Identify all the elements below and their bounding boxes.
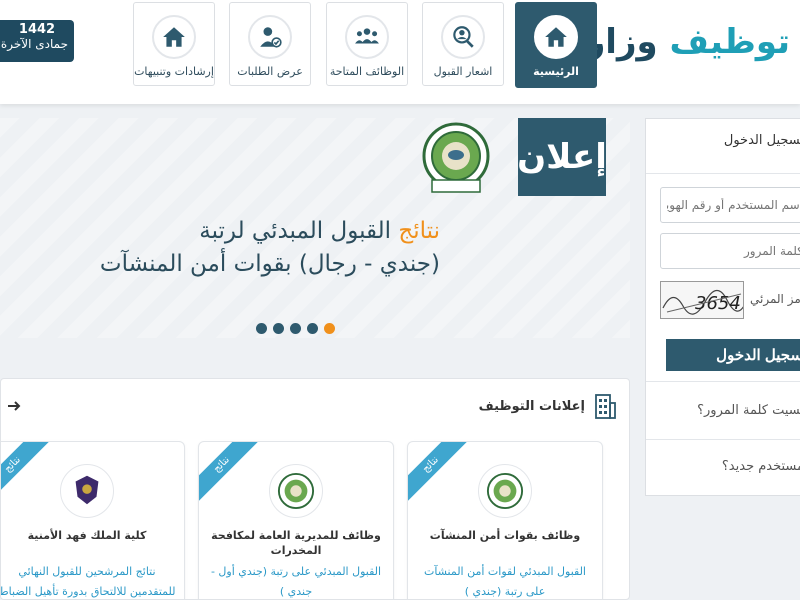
search-user-icon (441, 15, 485, 59)
nav-acceptance[interactable]: اشعار القبول (422, 2, 504, 86)
facilities-security-emblem (420, 122, 492, 198)
job-card[interactable]: نتائج وظائف بقوات أمن المنشآت القبول الم… (407, 441, 603, 599)
divider (646, 381, 800, 382)
hijri-date-badge: 1442 جمادى الآخرة (0, 20, 74, 62)
login-button[interactable]: تسجيل الدخول (666, 339, 800, 371)
announcement-badge: إعلان (517, 118, 607, 196)
home-icon (534, 15, 578, 59)
jobs-heading-text: إعلانات التوظيف (478, 398, 585, 414)
job-card-title: كلية الملك فهد الأمنية (27, 529, 147, 542)
carousel-dot[interactable] (290, 323, 301, 334)
carousel-dots (256, 323, 335, 334)
divider (646, 173, 800, 174)
site-logo[interactable]: توظيف وزارة (566, 14, 791, 84)
jobs-heading: إعلانات التوظيف (479, 393, 617, 419)
password-input[interactable] (660, 233, 800, 269)
results-ribbon: نتائج (199, 442, 261, 504)
job-card-title: وظائف بقوات أمن المنشآت (429, 529, 581, 542)
nav-home[interactable]: الرئيسية (515, 2, 597, 88)
forgot-password-link[interactable]: نسيت كلمة المرور؟ (644, 403, 800, 418)
job-card-link[interactable]: نتائج المرشحين للقبول النهائي للمتقدمين … (1, 562, 176, 599)
job-card[interactable]: نتائج وظائف للمديرية العامة لمكافحة المخ… (198, 441, 394, 599)
job-card-link[interactable]: القبول المبدئي لقوات أمن المنشآت على رتب… (416, 562, 594, 599)
carousel-dot[interactable] (256, 323, 267, 334)
nav-home-label: الرئيسية (533, 65, 579, 78)
username-input[interactable] (660, 187, 800, 223)
arrow-right-icon[interactable] (7, 399, 21, 413)
nav-jobs-label: الوظائف المتاحة (329, 65, 405, 78)
hijri-year: 1442 (18, 22, 56, 37)
logo-text: توظيف وزارة (566, 22, 791, 62)
captcha-image: 3654 (660, 281, 744, 319)
login-panel: تسجيل الدخول 3654 الرمز المرئي تسجيل الد… (645, 118, 800, 496)
carousel-dot[interactable] (273, 323, 284, 334)
nav-guidance[interactable]: إرشادات وتنبيهات (133, 2, 215, 86)
narcotics-control-emblem (269, 464, 323, 518)
nav-guidance-label: إرشادات وتنبيهات (134, 65, 214, 78)
nav-acceptance-label: اشعار القبول (433, 65, 493, 78)
job-card[interactable]: نتائج كلية الملك فهد الأمنية نتائج المرش… (1, 441, 185, 599)
carousel-dot-active[interactable] (324, 323, 335, 334)
home-icon (152, 15, 196, 59)
new-user-link[interactable]: مستخدم جديد؟ (644, 459, 800, 474)
banner-title-highlight: نتائج (398, 218, 440, 244)
divider (646, 439, 800, 440)
nav-applications[interactable]: عرض الطلبات (229, 2, 311, 86)
group-icon (345, 15, 389, 59)
login-title: تسجيل الدخول (723, 133, 800, 148)
captcha-label: الرمز المرئي (750, 292, 800, 306)
announcement-banner[interactable]: إعلان نتائج القبول المبدئي لرتبة (جندي -… (0, 118, 630, 338)
job-card-link[interactable]: القبول المبدئي على رتبة (جندي أول - جندي… (207, 562, 385, 599)
nav-jobs[interactable]: الوظائف المتاحة (326, 2, 408, 86)
header: توظيف وزارة الرئيسية اشعار القبول الوظائ… (0, 0, 800, 104)
banner-title-rest: القبول المبدئي لرتبة (199, 218, 392, 244)
logo-part-a: توظيف (669, 22, 791, 62)
building-icon (595, 394, 616, 419)
job-card-title: وظائف للمديرية العامة لمكافحة المخدرات (211, 529, 381, 557)
king-fahd-college-emblem (60, 464, 114, 518)
results-ribbon: نتائج (1, 442, 52, 504)
hijri-month: جمادى الآخرة (0, 37, 68, 51)
carousel-dot[interactable] (307, 323, 318, 334)
banner-title: نتائج القبول المبدئي لرتبة (199, 218, 440, 244)
user-check-icon (248, 15, 292, 59)
nav-applications-label: عرض الطلبات (237, 65, 303, 78)
job-announcements-section: إعلانات التوظيف نتائج وظائف بقوات أمن ال… (0, 378, 630, 600)
banner-subtitle: (جندي - رجال) بقوات أمن المنشآت (99, 251, 440, 277)
facilities-security-emblem (478, 464, 532, 518)
results-ribbon: نتائج (408, 442, 470, 504)
